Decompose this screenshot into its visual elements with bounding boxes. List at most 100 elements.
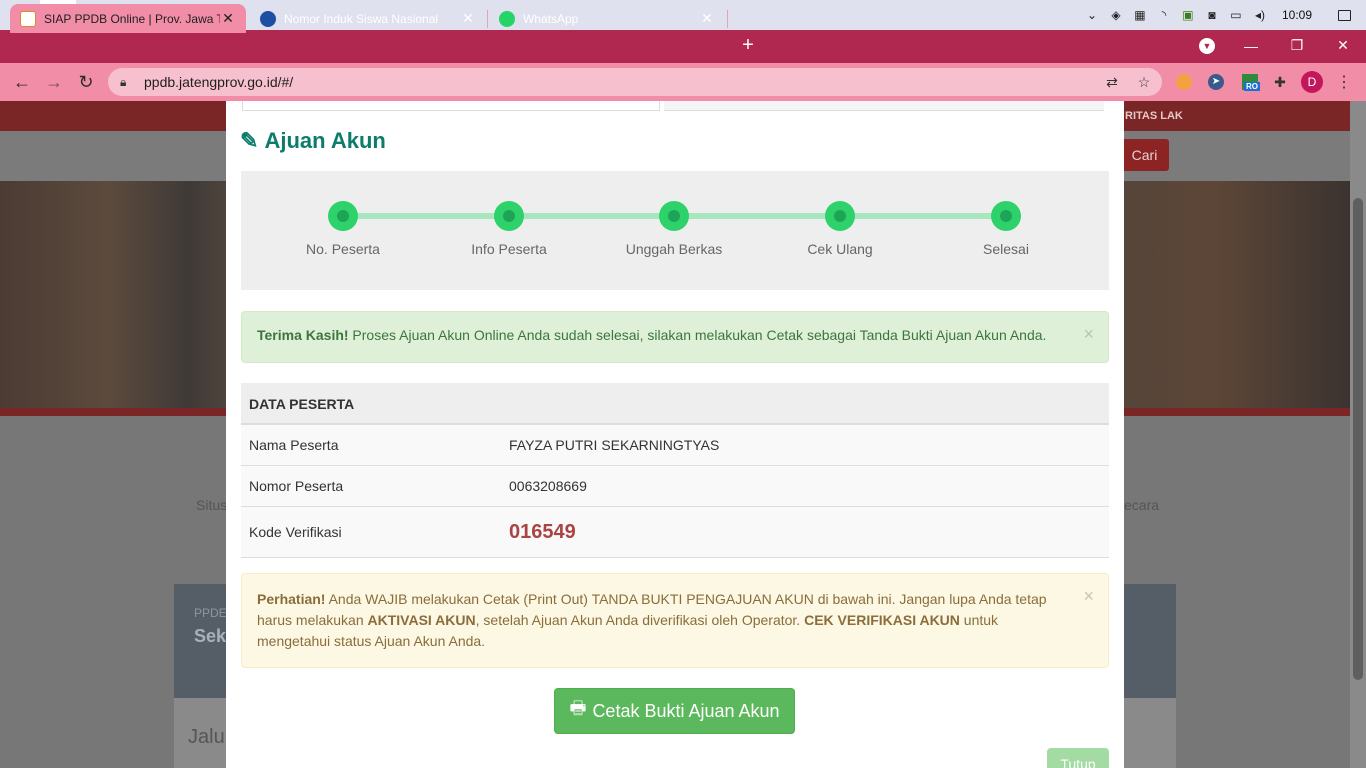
- forward-icon[interactable]: →: [41, 69, 67, 95]
- modal-title-text: Ajuan Akun: [264, 128, 386, 153]
- card-small-text: PPDE: [194, 606, 227, 620]
- translate-icon[interactable]: ⇄: [1102, 72, 1122, 92]
- wifi-icon[interactable]: ◝: [1152, 0, 1176, 30]
- card-body-text: Jalu: [188, 726, 225, 748]
- browser-tab-strip: [0, 30, 1366, 63]
- notification-icon[interactable]: [1322, 0, 1366, 30]
- step-dot: [494, 201, 524, 231]
- step-label: Cek Ulang: [807, 241, 873, 257]
- table-row: Nomor Peserta 0063208669: [241, 466, 1109, 507]
- modal-title: ✎ Ajuan Akun: [240, 128, 386, 154]
- background-text-left: Situs: [196, 497, 228, 513]
- background-text-right: ecara: [1124, 497, 1160, 513]
- close-window-icon[interactable]: ✕: [1320, 30, 1366, 61]
- page-scrollbar[interactable]: [1350, 101, 1366, 768]
- step-label: Selesai: [983, 241, 1029, 257]
- page-backdrop: RITAS LAK Cari Situs ecara PPDE Sek Jalu…: [0, 101, 1366, 768]
- tab-title: WhatsApp: [523, 11, 579, 26]
- system-tray: ⌄ ◈ ▦ ◝ ▣ ◙ ▭ ◂) 10:09: [1080, 0, 1366, 30]
- row-label: Nomor Peserta: [249, 478, 344, 494]
- close-tab-icon[interactable]: ✕: [220, 10, 236, 27]
- extension-cursor-icon[interactable]: ➤: [1205, 71, 1227, 93]
- tab-search-icon[interactable]: ▼: [1184, 30, 1230, 61]
- step-dot: [991, 201, 1021, 231]
- lock-icon[interactable]: 🔒︎: [120, 75, 134, 90]
- warning-strong: CEK VERIFIKASI AKUN: [804, 612, 960, 628]
- data-peserta-table: DATA PESERTA Nama Peserta FAYZA PUTRI SE…: [241, 383, 1109, 558]
- close-tab-icon[interactable]: ✕: [699, 10, 715, 27]
- tab-title: Nomor Induk Siswa Nasional: [284, 11, 439, 26]
- usb-icon[interactable]: ◙: [1200, 0, 1224, 30]
- table-row: Kode Verifikasi 016549: [241, 507, 1109, 558]
- whatsapp-favicon-icon: [499, 10, 515, 27]
- ajuan-akun-modal: ✎ Ajuan Akun No. Peserta Info Peserta Un…: [226, 101, 1124, 768]
- tab-title: SIAP PPDB Online | Prov. Jawa Te: [44, 11, 220, 26]
- row-label: Nama Peserta: [249, 437, 339, 453]
- extensions-puzzle-icon[interactable]: ✚: [1269, 71, 1291, 93]
- address-bar[interactable]: 🔒︎ ppdb.jatengprov.go.id/#/ ⇄ ☆: [108, 68, 1162, 96]
- modal-top-tabs: [242, 101, 1104, 111]
- extension-ro-icon[interactable]: RO: [1239, 71, 1261, 93]
- step-no-peserta: No. Peserta: [283, 201, 403, 257]
- extension-orange-icon[interactable]: [1173, 71, 1195, 93]
- kemdikbud-favicon-icon: [260, 10, 276, 27]
- success-alert-strong: Terima Kasih!: [257, 327, 349, 343]
- search-button[interactable]: Cari: [1120, 139, 1169, 171]
- verification-code: 016549: [509, 520, 576, 543]
- tab-nisn[interactable]: Nomor Induk Siswa Nasional ✕: [250, 4, 486, 33]
- card-title: Sek: [194, 626, 227, 646]
- tab-whatsapp[interactable]: WhatsApp ✕: [489, 4, 725, 33]
- row-value: 0063208669: [509, 478, 587, 494]
- back-icon[interactable]: ←: [9, 69, 35, 95]
- ppdb-favicon-icon: [20, 10, 36, 27]
- security-icon[interactable]: ▦: [1128, 0, 1152, 30]
- pencil-icon: ✎: [240, 128, 259, 153]
- browser-menu-icon[interactable]: ⋮: [1336, 71, 1352, 93]
- url-text[interactable]: ppdb.jatengprov.go.id/#/: [144, 74, 293, 90]
- battery-icon[interactable]: ▭: [1224, 0, 1248, 30]
- close-modal-button[interactable]: Tutup: [1047, 748, 1109, 768]
- warning-strong: Perhatian!: [257, 591, 326, 607]
- profile-avatar[interactable]: D: [1301, 71, 1323, 93]
- print-button-label: Cetak Bukti Ajuan Akun: [592, 700, 780, 721]
- tab-separator: [487, 10, 488, 28]
- step-info-peserta: Info Peserta: [449, 201, 569, 257]
- progress-steps: No. Peserta Info Peserta Unggah Berkas C…: [241, 171, 1109, 290]
- tab-siap-ppdb[interactable]: SIAP PPDB Online | Prov. Jawa Te ✕: [10, 4, 246, 33]
- step-selesai: Selesai: [946, 201, 1066, 257]
- restore-icon[interactable]: ❐: [1274, 30, 1320, 61]
- step-cek-ulang: Cek Ulang: [780, 201, 900, 257]
- step-unggah-berkas: Unggah Berkas: [614, 201, 734, 257]
- table-header: DATA PESERTA: [241, 383, 1109, 425]
- new-tab-icon[interactable]: +: [736, 33, 760, 57]
- taskbar-clock[interactable]: 10:09: [1272, 8, 1322, 22]
- tab-separator: [727, 10, 728, 28]
- warning-text: , setelah Ajuan Akun Anda diverifikasi o…: [475, 612, 805, 628]
- step-label: Unggah Berkas: [625, 241, 723, 257]
- extension-badge: RO: [1244, 82, 1260, 91]
- browser-toolbar: ← → ↻ 🔒︎ ppdb.jatengprov.go.id/#/ ⇄ ☆: [0, 63, 1366, 101]
- step-dot: [659, 201, 689, 231]
- chevron-up-icon[interactable]: ⌄: [1080, 0, 1104, 30]
- table-row: Nama Peserta FAYZA PUTRI SEKARNINGTYAS: [241, 425, 1109, 466]
- close-alert-icon[interactable]: ×: [1083, 324, 1094, 345]
- printer-icon: 🖶︎: [569, 698, 587, 718]
- warning-alert: Perhatian! Anda WAJIB melakukan Cetak (P…: [241, 573, 1109, 668]
- close-tab-icon[interactable]: ✕: [460, 10, 476, 27]
- step-dot: [825, 201, 855, 231]
- close-alert-icon[interactable]: ×: [1083, 586, 1094, 607]
- row-value: FAYZA PUTRI SEKARNINGTYAS: [509, 437, 720, 453]
- volume-icon[interactable]: ◂): [1248, 0, 1272, 30]
- step-label: Info Peserta: [471, 241, 547, 257]
- minimize-icon[interactable]: —: [1228, 30, 1274, 61]
- scrollbar-thumb[interactable]: [1353, 198, 1363, 680]
- dropbox-icon[interactable]: ◈: [1104, 0, 1128, 30]
- step-dot: [328, 201, 358, 231]
- step-label: No. Peserta: [306, 241, 380, 257]
- strip-text: RITAS LAK: [1125, 110, 1183, 122]
- bookmark-star-icon[interactable]: ☆: [1134, 72, 1154, 92]
- reload-icon[interactable]: ↻: [73, 69, 99, 95]
- nvidia-icon[interactable]: ▣: [1176, 0, 1200, 30]
- print-proof-button[interactable]: 🖶︎ Cetak Bukti Ajuan Akun: [554, 688, 795, 734]
- success-alert-text: Proses Ajuan Akun Online Anda sudah sele…: [348, 327, 1047, 343]
